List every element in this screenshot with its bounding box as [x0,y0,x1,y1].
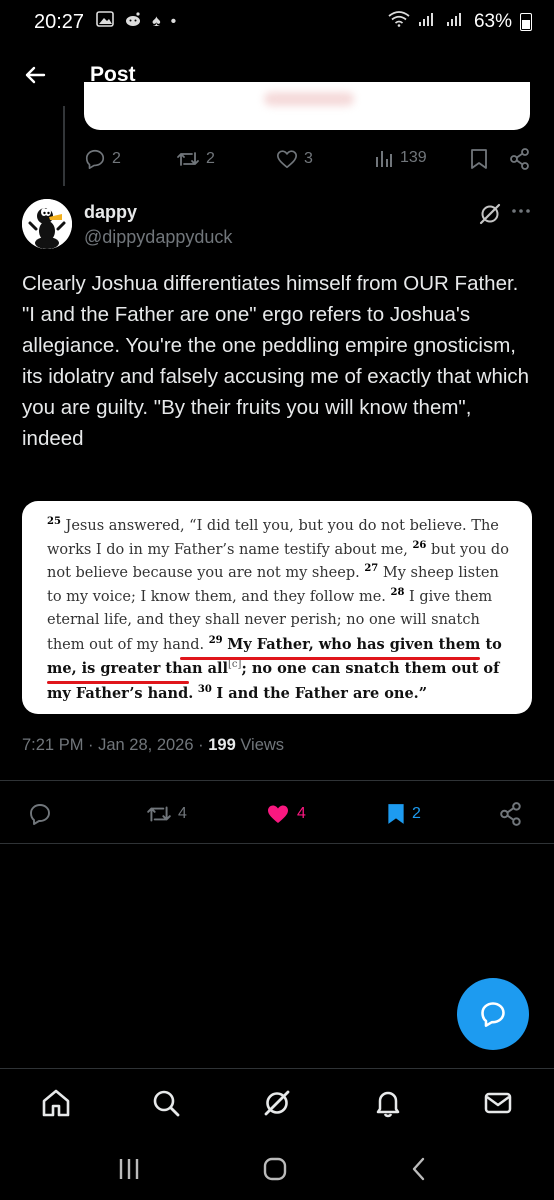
previous-repost-button[interactable]: 2 [176,148,215,170]
battery-percent: 63% [473,11,512,32]
previous-like-button[interactable]: 3 [276,148,313,170]
verse-number: 25 [47,516,61,528]
repost-button[interactable]: 4 [146,802,187,826]
bookmark-filled-icon [388,804,404,824]
bottom-nav [0,1068,554,1137]
signal-icon-2 [446,11,466,33]
post-meta: 7:21 PM · Jan 28, 2026 · 199 Views [22,736,285,754]
verse-text-bold: I and the Father are one.” [216,684,428,702]
verse-number: 30 [197,683,212,695]
repost-count: 4 [178,805,187,822]
grok-button[interactable] [478,202,502,231]
search-icon [153,1090,180,1117]
verse-number: 26 [412,539,427,551]
views-count[interactable]: 199 [208,736,236,754]
previous-like-count: 3 [304,150,313,167]
spade-icon: ♠ [152,13,161,30]
nav-home[interactable] [40,1087,72,1124]
red-underline [47,681,189,684]
compose-reply-fab[interactable] [457,978,529,1050]
reply-bubble-icon [481,1002,505,1027]
previous-post-media[interactable] [84,82,530,130]
red-underline [180,657,480,660]
nav-notifications[interactable] [372,1087,404,1124]
previous-bookmark-button[interactable] [470,148,488,170]
home-system-icon [263,1157,287,1181]
share-icon [500,802,521,826]
heart-icon [277,150,297,169]
reply-button[interactable] [28,802,58,826]
divider [0,843,554,844]
bookmark-button[interactable]: 2 [386,802,421,826]
previous-views-button[interactable]: 139 [374,148,427,168]
reply-icon [30,804,50,825]
previous-reply-button[interactable]: 2 [84,148,121,170]
signal-icon [418,11,438,33]
more-options-button[interactable] [510,200,532,228]
share-icon [510,148,529,170]
bible-excerpt: 25 Jesus answered, “I did tell you, but … [47,515,517,706]
bell-icon [376,1091,400,1118]
views-label: Views [240,736,285,754]
author-display-name[interactable]: dappy [84,202,137,223]
grok-icon [479,203,501,225]
notification-dot: • [170,13,177,30]
previous-reply-count: 2 [112,150,121,167]
system-navigation [0,1140,554,1200]
verse-number: 27 [364,563,379,575]
chevron-left-icon [412,1157,425,1181]
nav-search[interactable] [150,1087,182,1124]
gallery-icon [96,11,114,33]
back-system-button[interactable] [406,1156,432,1187]
home-system-button[interactable] [262,1156,288,1187]
share-button[interactable] [500,802,522,826]
wifi-icon [388,11,410,33]
home-icon [42,1089,70,1117]
status-time: 20:27 [34,10,85,33]
nav-messages[interactable] [482,1087,514,1124]
grok-icon [264,1090,290,1116]
author-handle[interactable]: @dippydappyduck [84,227,232,248]
arrow-left-icon [25,66,46,84]
bookmark-icon [471,149,487,169]
previous-views-count: 139 [400,149,427,166]
back-button[interactable] [20,60,50,90]
recent-apps-button[interactable] [116,1156,142,1187]
repost-icon [177,152,199,166]
like-button[interactable]: 4 [265,802,306,826]
status-bar: 20:27 ♠ • 63% [0,0,554,44]
nav-grok[interactable] [261,1087,293,1124]
recent-apps-icon [119,1159,139,1179]
post-date: Jan 28, 2026 [98,736,194,754]
reddit-icon [124,11,142,33]
thread-line [63,106,65,186]
post-header: dappy @dippydappyduck [22,196,532,256]
repost-icon [147,806,171,822]
mail-icon [484,1092,512,1114]
bookmark-count: 2 [412,805,421,822]
more-horizontal-icon [512,209,530,213]
heart-filled-icon [268,805,288,823]
verse-number: 28 [390,586,405,598]
views-icon [376,151,392,167]
verse-number: 29 [208,634,223,646]
post-body-text: Clearly Joshua differentiates himself fr… [22,272,530,450]
previous-share-button[interactable] [510,148,530,170]
battery-icon [520,13,532,31]
avatar[interactable] [22,199,72,249]
post-image[interactable]: 25 Jesus answered, “I did tell you, but … [22,501,532,714]
previous-repost-count: 2 [206,150,215,167]
divider [0,780,554,781]
reply-icon [85,149,105,169]
post-time: 7:21 PM [22,736,84,754]
footnote-marker: [c] [228,659,242,671]
duck-avatar-image [22,199,72,249]
like-count: 4 [297,805,306,822]
